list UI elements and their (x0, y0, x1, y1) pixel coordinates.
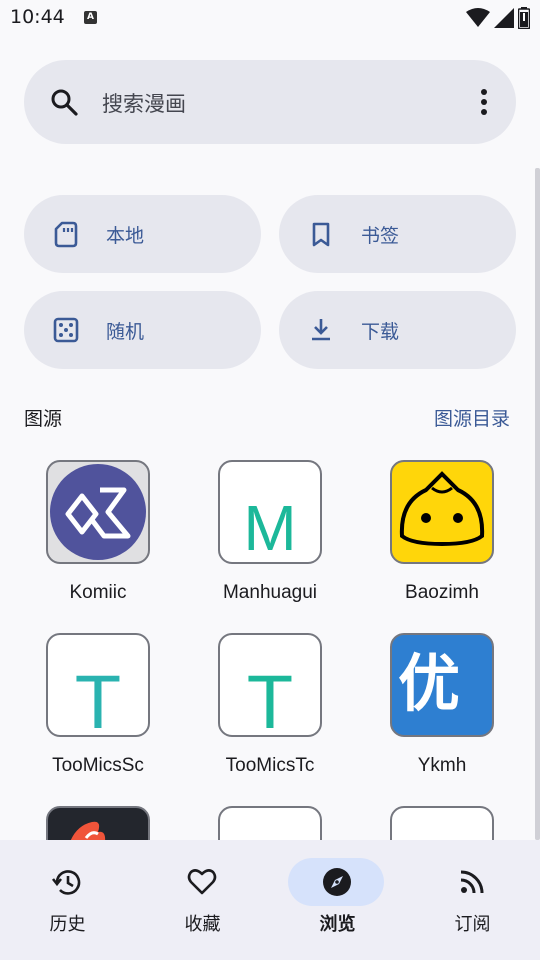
dice-icon (53, 317, 79, 343)
manhuagui-glyph: M (243, 492, 297, 564)
battery-icon (518, 7, 530, 29)
source-partial-3[interactable] (362, 806, 522, 840)
download-icon (312, 319, 330, 341)
toomicssc-logo: T (46, 633, 150, 737)
local-button[interactable]: 本地 (24, 195, 261, 273)
bookmarks-button[interactable]: 书签 (279, 195, 516, 273)
status-bar: 10:44 A (0, 0, 540, 36)
rss-icon (460, 870, 484, 894)
wifi-icon (466, 8, 490, 27)
source-name: Baozimh (405, 582, 479, 603)
baozimh-logo (390, 460, 494, 564)
downloads-label: 下载 (361, 321, 400, 343)
source-name: TooMicsTc (225, 755, 315, 776)
partial-logo-1 (46, 806, 150, 840)
sd-card-icon (54, 221, 78, 248)
komiic-logo (46, 460, 150, 564)
partial-logo-3 (390, 806, 494, 840)
source-toomicstc[interactable]: T TooMicsTc (190, 633, 350, 793)
status-time: 10:44 (10, 6, 65, 28)
bottom-navigation: 历史 收藏 浏览 订阅 (0, 840, 540, 960)
ykmh-logo: 优 (390, 633, 494, 737)
toomicstc-glyph: T (246, 660, 294, 737)
source-partial-2[interactable] (190, 806, 350, 840)
nav-label: 浏览 (319, 914, 356, 935)
search-bar[interactable]: 搜索漫画 (24, 60, 516, 144)
source-catalog-link[interactable]: 图源目录 (434, 404, 510, 431)
nav-favorites[interactable]: 收藏 (135, 840, 270, 960)
nav-history[interactable]: 历史 (0, 840, 135, 960)
source-komiic[interactable]: Komiic (18, 460, 178, 620)
search-icon (51, 89, 78, 116)
compass-icon (323, 868, 351, 896)
nav-browse[interactable]: 浏览 (270, 840, 405, 960)
scrollbar[interactable] (535, 168, 540, 840)
manhuagui-logo: M (218, 460, 322, 564)
nav-label: 收藏 (184, 914, 221, 935)
downloads-button[interactable]: 下载 (279, 291, 516, 369)
source-name: Manhuagui (222, 582, 318, 603)
partial-logo-2 (218, 806, 322, 840)
local-label: 本地 (106, 225, 145, 247)
source-manhuagui[interactable]: M Manhuagui (190, 460, 350, 620)
ykmh-glyph: 优 (398, 647, 461, 720)
toomicssc-glyph: T (74, 660, 122, 737)
source-toomicssc[interactable]: T TooMicsSc (18, 633, 178, 793)
bookmark-icon (312, 222, 330, 247)
status-icons (466, 7, 530, 29)
bookmarks-label: 书签 (361, 225, 400, 247)
nav-label: 历史 (49, 914, 86, 935)
source-name: Komiic (69, 582, 127, 603)
source-name: TooMicsSc (52, 755, 144, 776)
search-input[interactable]: 搜索漫画 (102, 88, 186, 118)
heart-icon (187, 869, 217, 895)
source-baozimh[interactable]: Baozimh (362, 460, 522, 620)
sources-heading: 图源 (24, 408, 63, 430)
signal-icon (494, 8, 514, 28)
nav-label: 订阅 (454, 914, 491, 935)
toomicstc-logo: T (218, 633, 322, 737)
source-name: Ykmh (417, 755, 467, 776)
source-ykmh[interactable]: 优 Ykmh (362, 633, 522, 793)
random-label: 随机 (106, 321, 145, 343)
random-button[interactable]: 随机 (24, 291, 261, 369)
history-icon (51, 870, 81, 895)
more-vert-icon[interactable] (480, 88, 488, 116)
nav-subscriptions[interactable]: 订阅 (405, 840, 540, 960)
source-partial-1[interactable] (18, 806, 178, 840)
notification-icon: A (84, 11, 97, 24)
